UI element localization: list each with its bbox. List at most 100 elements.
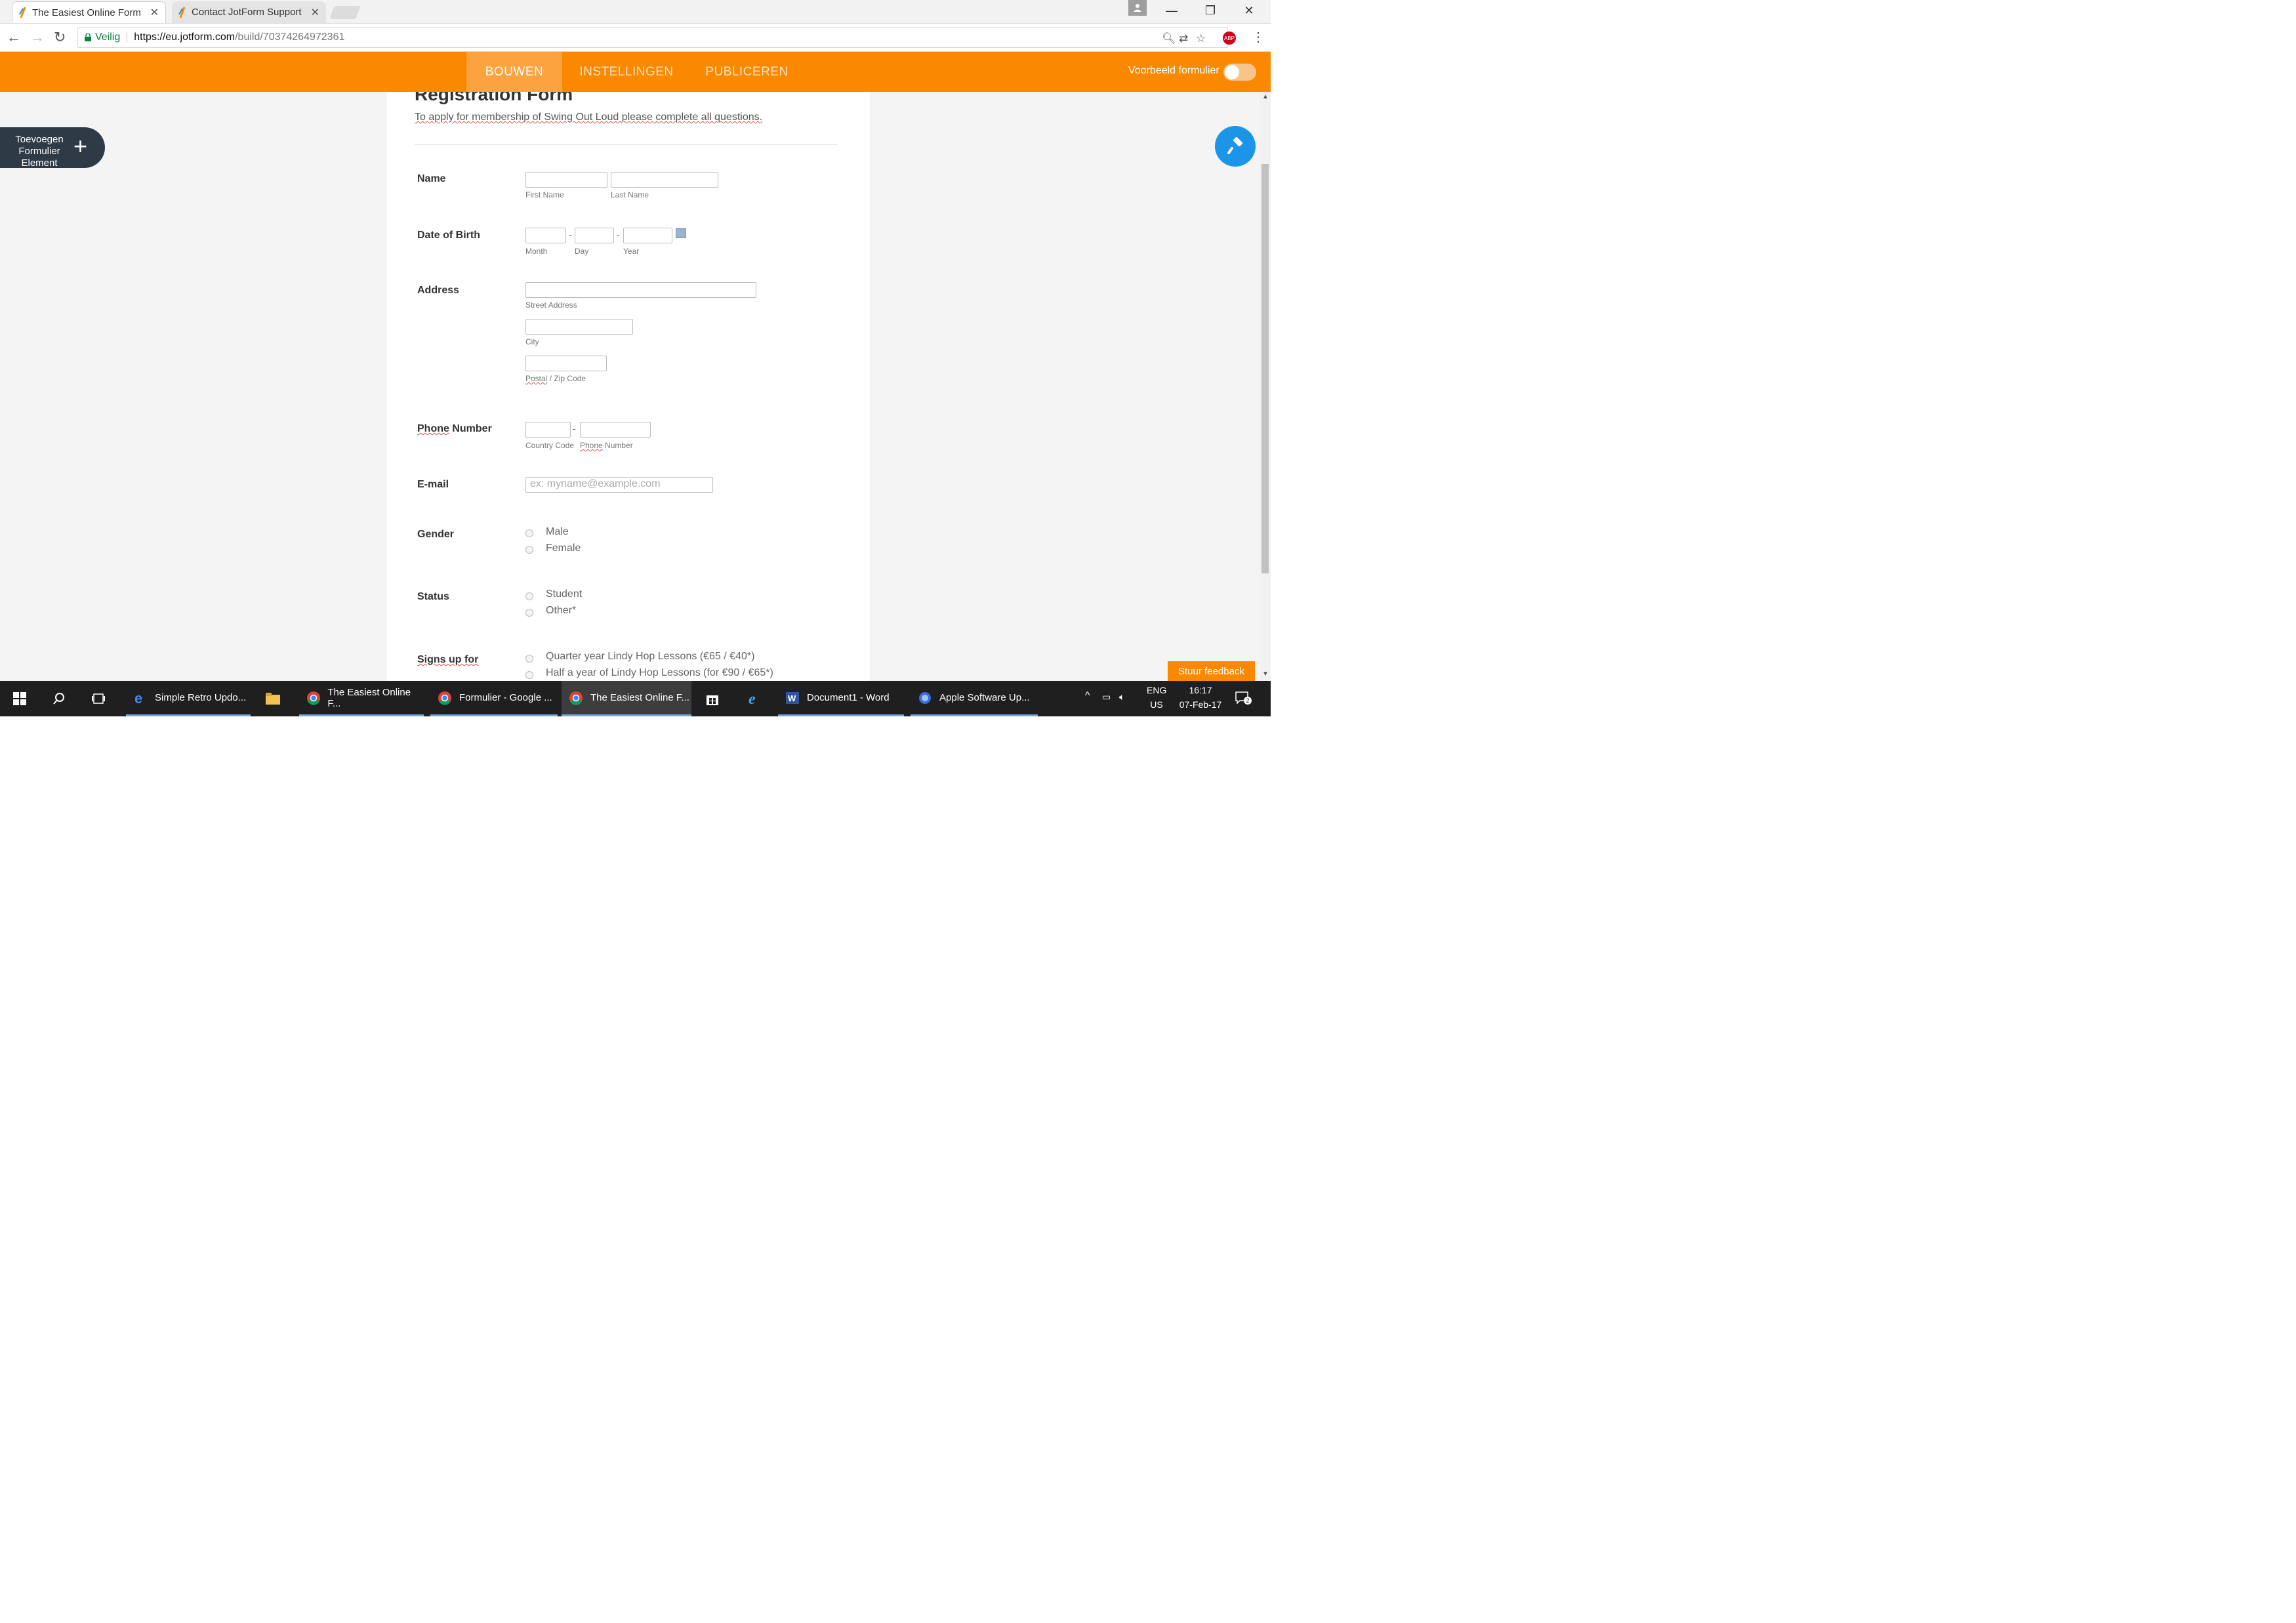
tab-publiceren[interactable]: PUBLICEREN — [695, 52, 798, 92]
street-address-input[interactable] — [525, 282, 756, 298]
browser-toolbar: ← → ↻ Veilig https://eu.jotform.com/buil… — [0, 24, 1271, 52]
tab-bouwen[interactable]: BOUWEN — [466, 52, 562, 92]
year-sublabel: Year — [623, 247, 640, 256]
clock-date[interactable]: 07-Feb-17 — [1174, 699, 1227, 710]
profile-icon[interactable] — [1128, 0, 1147, 16]
volume-muted-icon[interactable]: 🔈︎ — [1119, 691, 1124, 703]
taskbar-app-edge[interactable]: e Simple Retro Updo... — [126, 681, 251, 716]
chrome-menu-icon[interactable]: ⋮ — [1252, 29, 1265, 45]
adblock-icon[interactable]: ABP — [1223, 31, 1236, 45]
form-builder-workspace: Toevoegen Formulier Element + Registrati… — [0, 92, 1260, 681]
forward-icon[interactable]: → — [30, 29, 45, 46]
taskbar-app-chrome-3[interactable]: The Easiest Online F... — [562, 681, 691, 716]
status-label: Status — [417, 591, 449, 602]
form-title[interactable]: Registration Form — [415, 92, 573, 105]
reload-icon[interactable]: ↻ — [54, 29, 66, 46]
last-name-input[interactable] — [611, 172, 718, 188]
add-form-element-button[interactable]: Toevoegen Formulier Element + — [0, 127, 105, 169]
clock-time[interactable]: 16:17 — [1174, 685, 1227, 695]
taskbar-app-apple-update[interactable]: Apple Software Up... — [911, 681, 1038, 716]
dob-month-input[interactable] — [525, 228, 566, 243]
file-explorer-icon[interactable] — [264, 689, 282, 708]
month-sublabel: Month — [525, 247, 548, 256]
tab-instellingen[interactable]: INSTELLINGEN — [573, 52, 680, 92]
signs-up-label: Signs up for — [417, 654, 479, 665]
status-other-radio[interactable] — [525, 609, 533, 617]
chrome-icon — [568, 690, 584, 706]
store-icon[interactable] — [703, 689, 722, 708]
country-code-input[interactable] — [525, 422, 571, 438]
taskbar-app-label: The Easiest Online F... — [590, 692, 689, 703]
browser-tab-jotform-builder[interactable]: The Easiest Online Form ✕ — [12, 1, 166, 23]
back-icon[interactable]: ← — [7, 29, 21, 46]
tab-close-icon[interactable]: ✕ — [150, 6, 159, 19]
form-description[interactable]: To apply for membership of Swing Out Lou… — [415, 112, 762, 123]
browser-tab-jotform-support[interactable]: Contact JotForm Support ✕ — [172, 1, 326, 23]
scroll-down-icon[interactable]: ▼ — [1262, 670, 1269, 678]
edge-icon: e — [133, 690, 148, 706]
gender-male-radio[interactable] — [525, 529, 533, 537]
taskbar-app-chrome-2[interactable]: Formulier - Google ... — [430, 681, 558, 716]
lock-icon — [85, 33, 91, 41]
translate-icon[interactable]: ⇄ — [1179, 32, 1188, 45]
calendar-icon[interactable] — [676, 228, 686, 238]
form-designer-button[interactable] — [1215, 126, 1256, 167]
battery-icon[interactable]: ▭ — [1102, 691, 1111, 703]
status-student-radio[interactable] — [525, 592, 533, 600]
windows-taskbar: e Simple Retro Updo... The Easiest Onlin… — [0, 681, 1271, 716]
phone-word: Phone — [417, 423, 449, 434]
new-tab-button[interactable] — [329, 6, 361, 19]
scroll-up-icon[interactable]: ▲ — [1262, 93, 1269, 100]
email-input[interactable]: ex: myname@example.com — [525, 477, 713, 493]
send-feedback-button[interactable]: Stuur feedback — [1168, 661, 1255, 681]
action-center-icon[interactable]: 2 — [1235, 690, 1252, 706]
windows-start-icon[interactable] — [10, 689, 29, 708]
taskbar-app-word[interactable]: W Document1 - Word — [778, 681, 904, 716]
city-input[interactable] — [525, 319, 633, 335]
number-word: Number — [602, 441, 633, 450]
url-host: https://eu.jotform.com — [134, 31, 236, 43]
gender-label: Gender — [417, 529, 455, 540]
add-element-label: Toevoegen Formulier Element — [15, 134, 64, 169]
date-dash: - — [617, 230, 620, 240]
page-scrollbar[interactable]: ▲ ▼ — [1260, 92, 1271, 681]
show-hidden-icons-icon[interactable]: ^ — [1085, 690, 1090, 702]
taskbar-app-chrome-1[interactable]: The Easiest Online F... — [299, 681, 424, 716]
scroll-thumb[interactable] — [1261, 164, 1269, 573]
gender-female-radio[interactable] — [525, 546, 533, 554]
last-name-sublabel: Last Name — [611, 190, 649, 199]
restore-icon[interactable]: ❐ — [1197, 4, 1223, 18]
phone-number-input[interactable] — [580, 422, 651, 438]
plus-icon: + — [73, 133, 88, 159]
jotform-favicon-icon — [178, 6, 186, 18]
form-canvas: Registration Form To apply for membershi… — [386, 92, 871, 681]
search-icon[interactable] — [50, 689, 68, 708]
preview-toggle[interactable] — [1223, 64, 1256, 81]
bookmark-star-icon[interactable]: ☆ — [1196, 32, 1206, 45]
screen: The Easiest Online Form ✕ Contact JotFor… — [0, 0, 1271, 716]
task-view-icon[interactable] — [89, 689, 108, 708]
dob-day-input[interactable] — [575, 228, 614, 243]
tab-close-icon[interactable]: ✕ — [311, 6, 319, 19]
input-region[interactable]: US — [1147, 699, 1166, 710]
input-language[interactable]: ENG — [1147, 685, 1166, 695]
dob-year-input[interactable] — [623, 228, 672, 243]
first-name-input[interactable] — [525, 172, 607, 188]
zoom-icon[interactable]: 🔍︎ — [1162, 32, 1176, 45]
country-code-sublabel: Country Code — [525, 441, 575, 450]
signup-quarter-radio[interactable] — [525, 655, 533, 663]
internet-explorer-icon[interactable]: e — [745, 689, 764, 708]
number-word: Number — [449, 423, 492, 434]
city-sublabel: City — [525, 337, 539, 346]
minimize-icon[interactable]: — — [1158, 4, 1185, 18]
signup-half-year-radio[interactable] — [525, 671, 533, 679]
taskbar-app-label: Simple Retro Updo... — [155, 692, 247, 703]
taskbar-app-label: Document1 - Word — [807, 692, 890, 703]
window-close-icon[interactable]: ✕ — [1236, 4, 1262, 18]
phone-word: Phone — [580, 441, 603, 450]
postal-code-input[interactable] — [525, 356, 607, 371]
name-label: Name — [417, 173, 446, 184]
secure-label: Veilig — [95, 31, 121, 43]
tab-title: The Easiest Online Form — [32, 7, 141, 18]
address-bar[interactable]: Veilig https://eu.jotform.com/build/7037… — [77, 27, 1228, 48]
